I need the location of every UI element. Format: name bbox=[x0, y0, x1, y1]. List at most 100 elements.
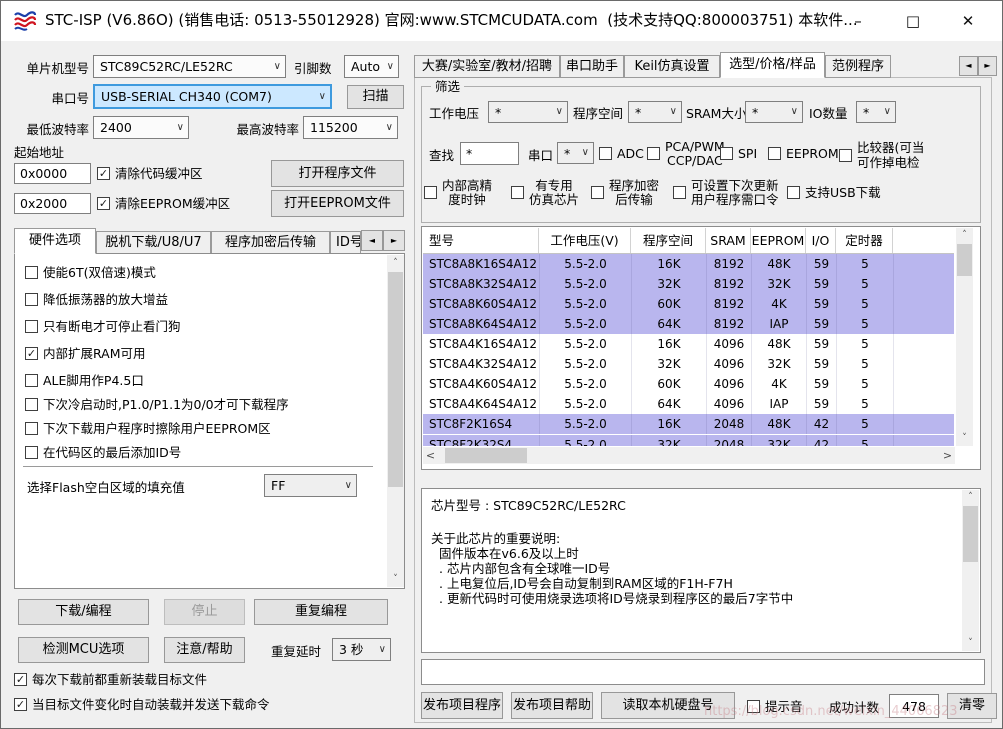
scroll-up-icon[interactable]: ˄ bbox=[387, 255, 404, 271]
scroll-down-icon[interactable]: ˅ bbox=[956, 431, 973, 446]
option-checkbox-add-id[interactable]: 在代码区的最后添加ID号 bbox=[25, 445, 181, 460]
clear-code-checkbox[interactable]: ✓ 清除代码缓冲区 bbox=[97, 166, 203, 181]
download-button[interactable]: 下载/编程 bbox=[18, 599, 149, 625]
table-vscrollbar[interactable]: ˄ ˅ bbox=[956, 228, 973, 446]
min-baud-value: 2400 bbox=[100, 120, 132, 135]
spi-checkbox[interactable]: SPI bbox=[720, 146, 757, 161]
table-row[interactable]: STC8A8K16S4A12 5.5-2.0 16K 8192 48K 59 5 bbox=[423, 254, 954, 274]
encrypt-transfer-checkbox[interactable]: 程序加密 后传输 bbox=[591, 179, 659, 207]
tab-scroll-prev-button[interactable]: ◄ bbox=[361, 230, 383, 251]
password-checkbox[interactable]: 可设置下次更新 用户程序需口令 bbox=[673, 179, 779, 207]
max-baud-value: 115200 bbox=[310, 120, 358, 135]
scrollbar-thumb[interactable] bbox=[957, 244, 972, 276]
scroll-left-icon[interactable]: < bbox=[423, 447, 438, 464]
sram-filter-select[interactable]: * ∨ bbox=[745, 101, 803, 123]
table-row[interactable]: STC8A8K64S4A12 5.5-2.0 64K 8192 IAP 59 5 bbox=[423, 314, 954, 334]
table-row[interactable]: STC8A8K60S4A12 5.5-2.0 60K 8192 4K 59 5 bbox=[423, 294, 954, 314]
usb-download-checkbox[interactable]: 支持USB下载 bbox=[787, 185, 881, 200]
tab-id-number[interactable]: ID号 bbox=[330, 231, 361, 254]
chevron-down-icon: ∨ bbox=[883, 106, 891, 117]
tab-serial-assistant[interactable]: 串口助手 bbox=[560, 55, 624, 78]
program-space-filter-select[interactable]: * ∨ bbox=[628, 101, 682, 123]
scrollbar-thumb[interactable] bbox=[445, 448, 527, 463]
tab-encrypt-transfer[interactable]: 程序加密后传输 bbox=[211, 231, 330, 254]
option-checkbox-ale[interactable]: ALE脚用作P4.5口 bbox=[25, 373, 144, 388]
io-filter-select[interactable]: * ∨ bbox=[856, 101, 896, 123]
flash-fill-select[interactable]: FF ∨ bbox=[264, 474, 357, 497]
repeat-program-button[interactable]: 重复编程 bbox=[254, 599, 388, 625]
tab-example-programs[interactable]: 范例程序 bbox=[825, 55, 891, 78]
eeprom-checkbox[interactable]: EEPROM bbox=[768, 146, 839, 161]
eeprom-address-input[interactable]: 0x2000 bbox=[14, 193, 91, 214]
uart-filter-select[interactable]: * ∨ bbox=[557, 142, 594, 164]
detect-mcu-button[interactable]: 检测MCU选项 bbox=[18, 637, 149, 663]
maximize-button[interactable]: □ bbox=[890, 1, 936, 41]
scroll-down-icon[interactable]: ˅ bbox=[387, 571, 404, 587]
beep-checkbox[interactable]: 提示音 bbox=[747, 699, 803, 714]
clear-eeprom-checkbox[interactable]: ✓ 清除EEPROM缓冲区 bbox=[97, 196, 230, 211]
table-row[interactable]: STC8A4K16S4A12 5.5-2.0 16K 4096 48K 59 5 bbox=[423, 334, 954, 354]
scan-button[interactable]: 扫描 bbox=[347, 85, 404, 109]
title-bar[interactable]: STC-ISP (V6.86O) (销售电话: 0513-55012928) 官… bbox=[1, 1, 1002, 41]
max-baud-select[interactable]: 115200 ∨ bbox=[303, 116, 398, 139]
tab-scroll-next-button[interactable]: ► bbox=[383, 230, 405, 251]
tab-hardware-options[interactable]: 硬件选项 bbox=[14, 228, 96, 254]
open-program-button[interactable]: 打开程序文件 bbox=[271, 160, 404, 187]
clear-count-button[interactable]: 清零 bbox=[947, 693, 997, 719]
close-button[interactable]: ✕ bbox=[945, 1, 991, 41]
tab-contest[interactable]: 大赛/实验室/教材/招聘 bbox=[414, 55, 560, 78]
minimize-button[interactable]: – bbox=[835, 1, 881, 41]
hirc-checkbox[interactable]: 内部高精 度时钟 bbox=[424, 179, 492, 207]
option-checkbox-erase-eeprom[interactable]: 下次下载用户程序时擦除用户EEPROM区 bbox=[25, 421, 271, 436]
emulator-chip-checkbox[interactable]: 有专用 仿真芯片 bbox=[511, 179, 579, 207]
voltage-filter-select[interactable]: * ∨ bbox=[488, 101, 568, 123]
search-input[interactable]: * bbox=[460, 142, 519, 165]
comparator-checkbox[interactable]: 比较器(可当 可作掉电检 bbox=[839, 140, 924, 170]
mcu-type-label: 单片机型号 bbox=[26, 61, 89, 76]
read-disk-button[interactable]: 读取本机硬盘号 bbox=[601, 692, 735, 719]
scroll-up-icon[interactable]: ˄ bbox=[956, 228, 973, 243]
table-row[interactable]: STC8A4K64S4A12 5.5-2.0 64K 4096 IAP 59 5 bbox=[423, 394, 954, 414]
option-checkbox-coldstart[interactable]: 下次冷启动时,P1.0/P1.1为0/0才可下载程序 bbox=[25, 397, 289, 412]
repeat-delay-select[interactable]: 3 秒 ∨ bbox=[332, 638, 391, 661]
chip-info-scrollbar[interactable]: ˄ ˅ bbox=[962, 490, 979, 651]
tab-scroll-next-button[interactable]: ► bbox=[978, 56, 997, 76]
stop-button[interactable]: 停止 bbox=[164, 599, 245, 625]
open-eeprom-button[interactable]: 打开EEPROM文件 bbox=[271, 190, 404, 217]
table-row[interactable]: STC8A4K60S4A12 5.5-2.0 60K 4096 4K 59 5 bbox=[423, 374, 954, 394]
scroll-up-icon[interactable]: ˄ bbox=[962, 490, 979, 505]
tab-keil-emulation[interactable]: Keil仿真设置 bbox=[624, 55, 720, 78]
table-row[interactable]: STC8F2K32S4 5.5-2.0 32K 2048 32K 42 5 bbox=[423, 435, 954, 446]
serial-port-select[interactable]: USB-SERIAL CH340 (COM7) ∨ bbox=[93, 84, 332, 109]
tab-scroll-prev-button[interactable]: ◄ bbox=[959, 56, 978, 76]
publish-program-button[interactable]: 发布项目程序 bbox=[421, 692, 503, 719]
scrollbar-thumb[interactable] bbox=[388, 272, 403, 487]
chevron-down-icon: ∨ bbox=[386, 60, 394, 72]
option-checkbox-watchdog[interactable]: 只有断电才可停止看门狗 bbox=[25, 319, 181, 334]
tab-offline-download[interactable]: 脱机下载/U8/U7 bbox=[96, 231, 211, 254]
adc-checkbox[interactable]: ADC bbox=[599, 146, 644, 161]
help-button[interactable]: 注意/帮助 bbox=[164, 637, 245, 663]
autoload-checkbox[interactable]: ✓ 当目标文件变化时自动装载并发送下载命令 bbox=[14, 697, 270, 712]
table-hscrollbar[interactable]: < > bbox=[423, 447, 955, 464]
min-baud-select[interactable]: 2400 ∨ bbox=[93, 116, 189, 139]
option-checkbox-xram[interactable]: ✓ 内部扩展RAM可用 bbox=[25, 346, 146, 361]
table-row[interactable]: STC8F2K16S4 5.5-2.0 16K 2048 48K 42 5 bbox=[423, 414, 954, 434]
checkmark-icon: ✓ bbox=[25, 347, 38, 360]
option-checkbox-6t[interactable]: 使能6T(双倍速)模式 bbox=[25, 265, 156, 280]
pca-checkbox[interactable]: PCA/PWM CCP/DAC bbox=[647, 140, 725, 168]
publish-help-button[interactable]: 发布项目帮助 bbox=[511, 692, 593, 719]
table-row[interactable]: STC8A8K32S4A12 5.5-2.0 32K 8192 32K 59 5 bbox=[423, 274, 954, 294]
scrollbar-thumb[interactable] bbox=[963, 506, 978, 562]
scroll-down-icon[interactable]: ˅ bbox=[962, 636, 979, 651]
option-checkbox-gain[interactable]: 降低振荡器的放大增益 bbox=[25, 292, 168, 307]
scroll-right-icon[interactable]: > bbox=[940, 447, 955, 464]
mcu-table: 型号 工作电压(V) 程序空间 SRAM EEPROM I/O 定时器 STC8… bbox=[421, 226, 981, 470]
tab-selection-price-sample[interactable]: 选型/价格/样品 bbox=[720, 52, 825, 78]
options-scrollbar[interactable]: ˄ ˅ bbox=[387, 255, 404, 587]
table-row[interactable]: STC8A4K32S4A12 5.5-2.0 32K 4096 32K 59 5 bbox=[423, 354, 954, 374]
mcu-type-select[interactable]: STC89C52RC/LE52RC ∨ bbox=[93, 55, 286, 78]
pin-count-select[interactable]: Auto ∨ bbox=[344, 55, 399, 78]
reload-target-checkbox[interactable]: ✓ 每次下载前都重新装载目标文件 bbox=[14, 672, 207, 687]
code-address-input[interactable]: 0x0000 bbox=[14, 163, 91, 184]
